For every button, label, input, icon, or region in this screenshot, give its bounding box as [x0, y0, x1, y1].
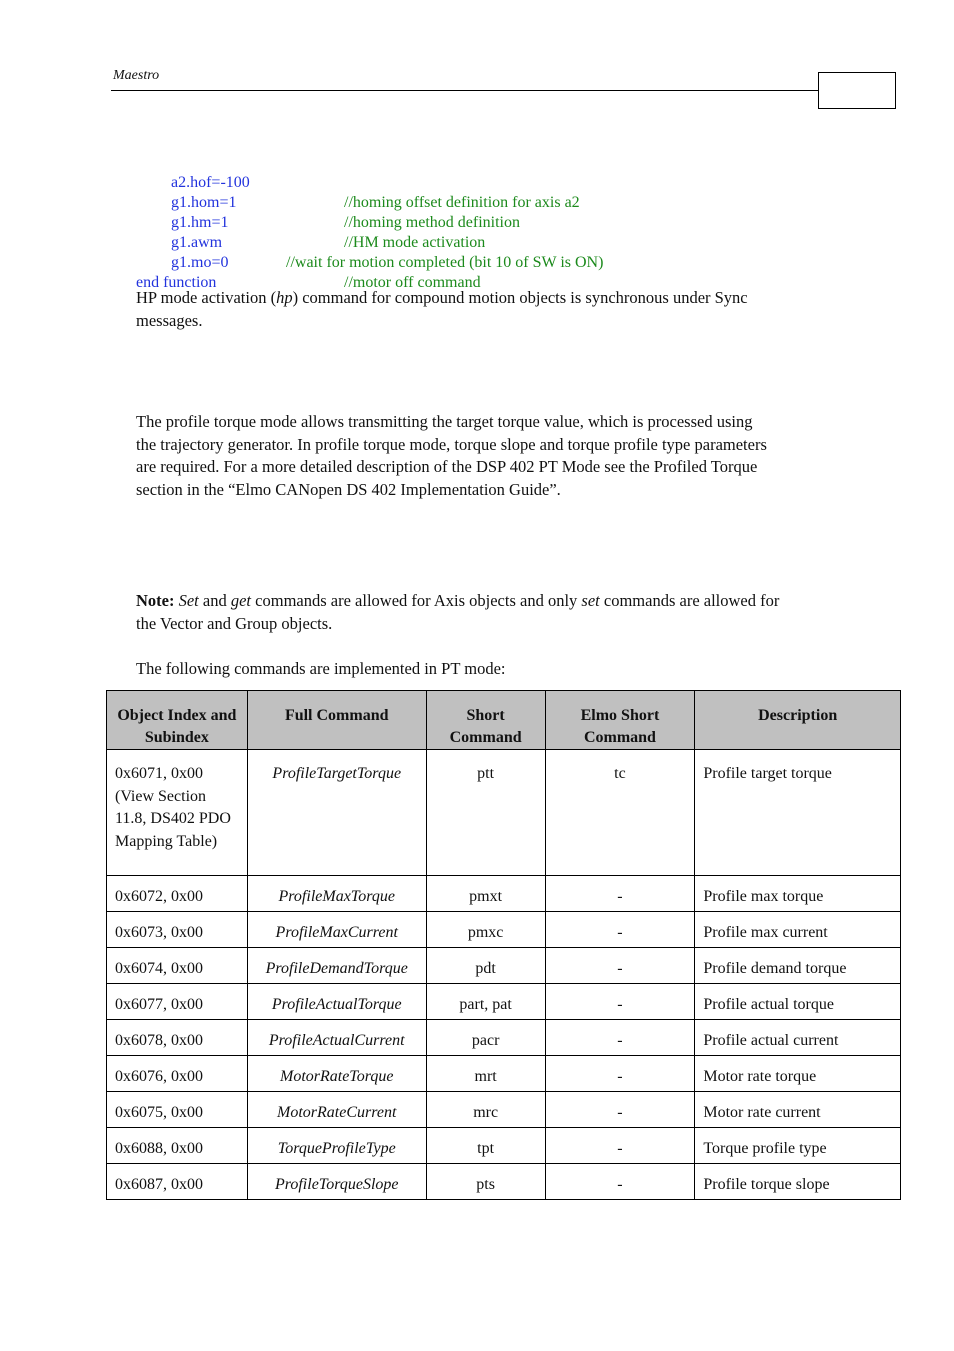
cell-description: Profile actual torque — [694, 983, 901, 1020]
cell-short-command: ptt — [425, 749, 546, 876]
cell-full-command: ProfileDemandTorque — [246, 947, 427, 984]
cell-full-command: MotorRateTorque — [246, 1055, 427, 1092]
text-italic: hp — [276, 288, 293, 307]
note-label: Note: — [136, 591, 175, 610]
code-comment: //wait for motion completed (bit 10 of S… — [286, 254, 604, 271]
cell-full-command: ProfileTargetTorque — [246, 749, 427, 876]
text-italic: get — [230, 591, 252, 610]
cell-full-command: MotorRateCurrent — [246, 1091, 427, 1128]
cell-short-command: pts — [425, 1163, 546, 1200]
table-header-row: Object Index and Subindex Full Command S… — [106, 690, 901, 750]
text-italic: Set — [178, 591, 199, 610]
cell-object-index: 0x6087, 0x00 — [106, 1163, 248, 1200]
code-line: g1.hom=1 //homing method definition — [136, 173, 520, 231]
cell-elmo-short-command: - — [544, 983, 696, 1020]
table-row: 0x6088, 0x00 TorqueProfileType tpt - Tor… — [106, 1127, 901, 1164]
cell-full-command: ProfileActualCurrent — [246, 1019, 427, 1056]
code-comment: //homing offset definition for axis a2 — [344, 194, 580, 211]
code-command: g1.hom=1 — [171, 194, 237, 211]
cell-elmo-short-command: - — [544, 875, 696, 912]
cell-description: Profile torque slope — [694, 1163, 901, 1200]
code-comment: //homing method definition — [344, 214, 520, 231]
table-row: 0x6087, 0x00 ProfileTorqueSlope pts - Pr… — [106, 1163, 901, 1200]
header-object-index: Object Index and Subindex — [106, 690, 248, 750]
cell-description: Torque profile type — [694, 1127, 901, 1164]
header-rule — [111, 90, 819, 91]
cell-full-command: ProfileTorqueSlope — [246, 1163, 427, 1200]
hp-mode-paragraph: HP mode activation (hp) command for comp… — [136, 287, 766, 332]
cell-full-command: ProfileMaxCurrent — [246, 911, 427, 948]
cell-elmo-short-command: - — [544, 1163, 696, 1200]
code-line: end function — [136, 253, 216, 291]
table-row: 0x6076, 0x00 MotorRateTorque mrt - Motor… — [106, 1055, 901, 1092]
text-italic: set — [581, 591, 600, 610]
cell-short-command: pacr — [425, 1019, 546, 1056]
note-paragraph: Note: Set and get commands are allowed f… — [136, 590, 796, 635]
page-number-box — [818, 72, 896, 109]
cell-elmo-short-command: - — [544, 1055, 696, 1092]
table-row: 0x6073, 0x00 ProfileMaxCurrent pmxc - Pr… — [106, 911, 901, 948]
code-listing: a2.hof=-100 //homing offset definition f… — [136, 153, 603, 291]
table-row: 0x6075, 0x00 MotorRateCurrent mrc - Moto… — [106, 1091, 901, 1128]
cell-description: Profile target torque — [694, 749, 901, 876]
code-line: g1.awm //wait for motion completed (bit … — [136, 213, 603, 271]
table-row: 0x6072, 0x00 ProfileMaxTorque pmxt - Pro… — [106, 875, 901, 912]
cell-object-index: 0x6076, 0x00 — [106, 1055, 248, 1092]
cell-elmo-short-command: - — [544, 911, 696, 948]
cell-description: Profile demand torque — [694, 947, 901, 984]
code-line: g1.mo=0 //motor off command — [136, 233, 481, 291]
cell-description: Motor rate torque — [694, 1055, 901, 1092]
header-elmo-short-command: Elmo Short Command — [544, 690, 696, 750]
cell-short-command: pmxc — [425, 911, 546, 948]
code-line: a2.hof=-100 //homing offset definition f… — [136, 153, 580, 211]
text-span: and — [198, 591, 231, 610]
cell-elmo-short-command: - — [544, 1091, 696, 1128]
table-intro: The following commands are implemented i… — [136, 659, 506, 678]
cell-object-index: 0x6074, 0x00 — [106, 947, 248, 984]
cell-elmo-short-command: - — [544, 1019, 696, 1056]
header-full-command: Full Command — [246, 690, 427, 750]
cell-short-command: mrt — [425, 1055, 546, 1092]
cell-full-command: TorqueProfileType — [246, 1127, 427, 1164]
cell-elmo-short-command: - — [544, 1127, 696, 1164]
cell-object-index: 0x6072, 0x00 — [106, 875, 248, 912]
cell-short-command: pmxt — [425, 875, 546, 912]
cell-description: Profile actual current — [694, 1019, 901, 1056]
table-row: 0x6071, 0x00 (View Section 11.8, DS402 P… — [106, 749, 901, 876]
cell-elmo-short-command: - — [544, 947, 696, 984]
code-command: g1.awm — [171, 234, 223, 251]
code-command: a2.hof=-100 — [171, 174, 250, 191]
cell-elmo-short-command: tc — [544, 749, 696, 876]
cell-object-index: 0x6071, 0x00 (View Section 11.8, DS402 P… — [106, 749, 248, 876]
cell-short-command: tpt — [425, 1127, 546, 1164]
code-comment: //HM mode activation — [344, 234, 486, 251]
header-description: Description — [694, 690, 901, 750]
header-short-command: Short Command — [425, 690, 546, 750]
cell-object-index: 0x6078, 0x00 — [106, 1019, 248, 1056]
cell-short-command: pdt — [425, 947, 546, 984]
running-header-title: Maestro — [113, 68, 160, 83]
profile-torque-paragraph: The profile torque mode allows transmitt… — [136, 412, 767, 499]
cell-description: Profile max torque — [694, 875, 901, 912]
cell-full-command: ProfileMaxTorque — [246, 875, 427, 912]
cell-short-command: mrc — [425, 1091, 546, 1128]
cell-short-command: part, pat — [425, 983, 546, 1020]
code-line: g1.hm=1 //HM mode activation — [136, 193, 485, 251]
text-span: commands are allowed for Axis objects an… — [251, 591, 582, 610]
table-row: 0x6074, 0x00 ProfileDemandTorque pdt - P… — [106, 947, 901, 984]
table-row: 0x6078, 0x00 ProfileActualCurrent pacr -… — [106, 1019, 901, 1056]
cell-object-index: 0x6088, 0x00 — [106, 1127, 248, 1164]
cell-object-index: 0x6073, 0x00 — [106, 911, 248, 948]
cell-full-command: ProfileActualTorque — [246, 983, 427, 1020]
pt-mode-commands-table: Object Index and Subindex Full Command S… — [106, 690, 901, 1200]
text-span: HP mode activation ( — [136, 288, 277, 307]
code-command: g1.mo=0 — [171, 254, 229, 271]
table-row: 0x6077, 0x00 ProfileActualTorque part, p… — [106, 983, 901, 1020]
cell-description: Motor rate current — [694, 1091, 901, 1128]
cell-description: Profile max current — [694, 911, 901, 948]
cell-object-index: 0x6075, 0x00 — [106, 1091, 248, 1128]
code-command: g1.hm=1 — [171, 214, 229, 231]
cell-object-index: 0x6077, 0x00 — [106, 983, 248, 1020]
